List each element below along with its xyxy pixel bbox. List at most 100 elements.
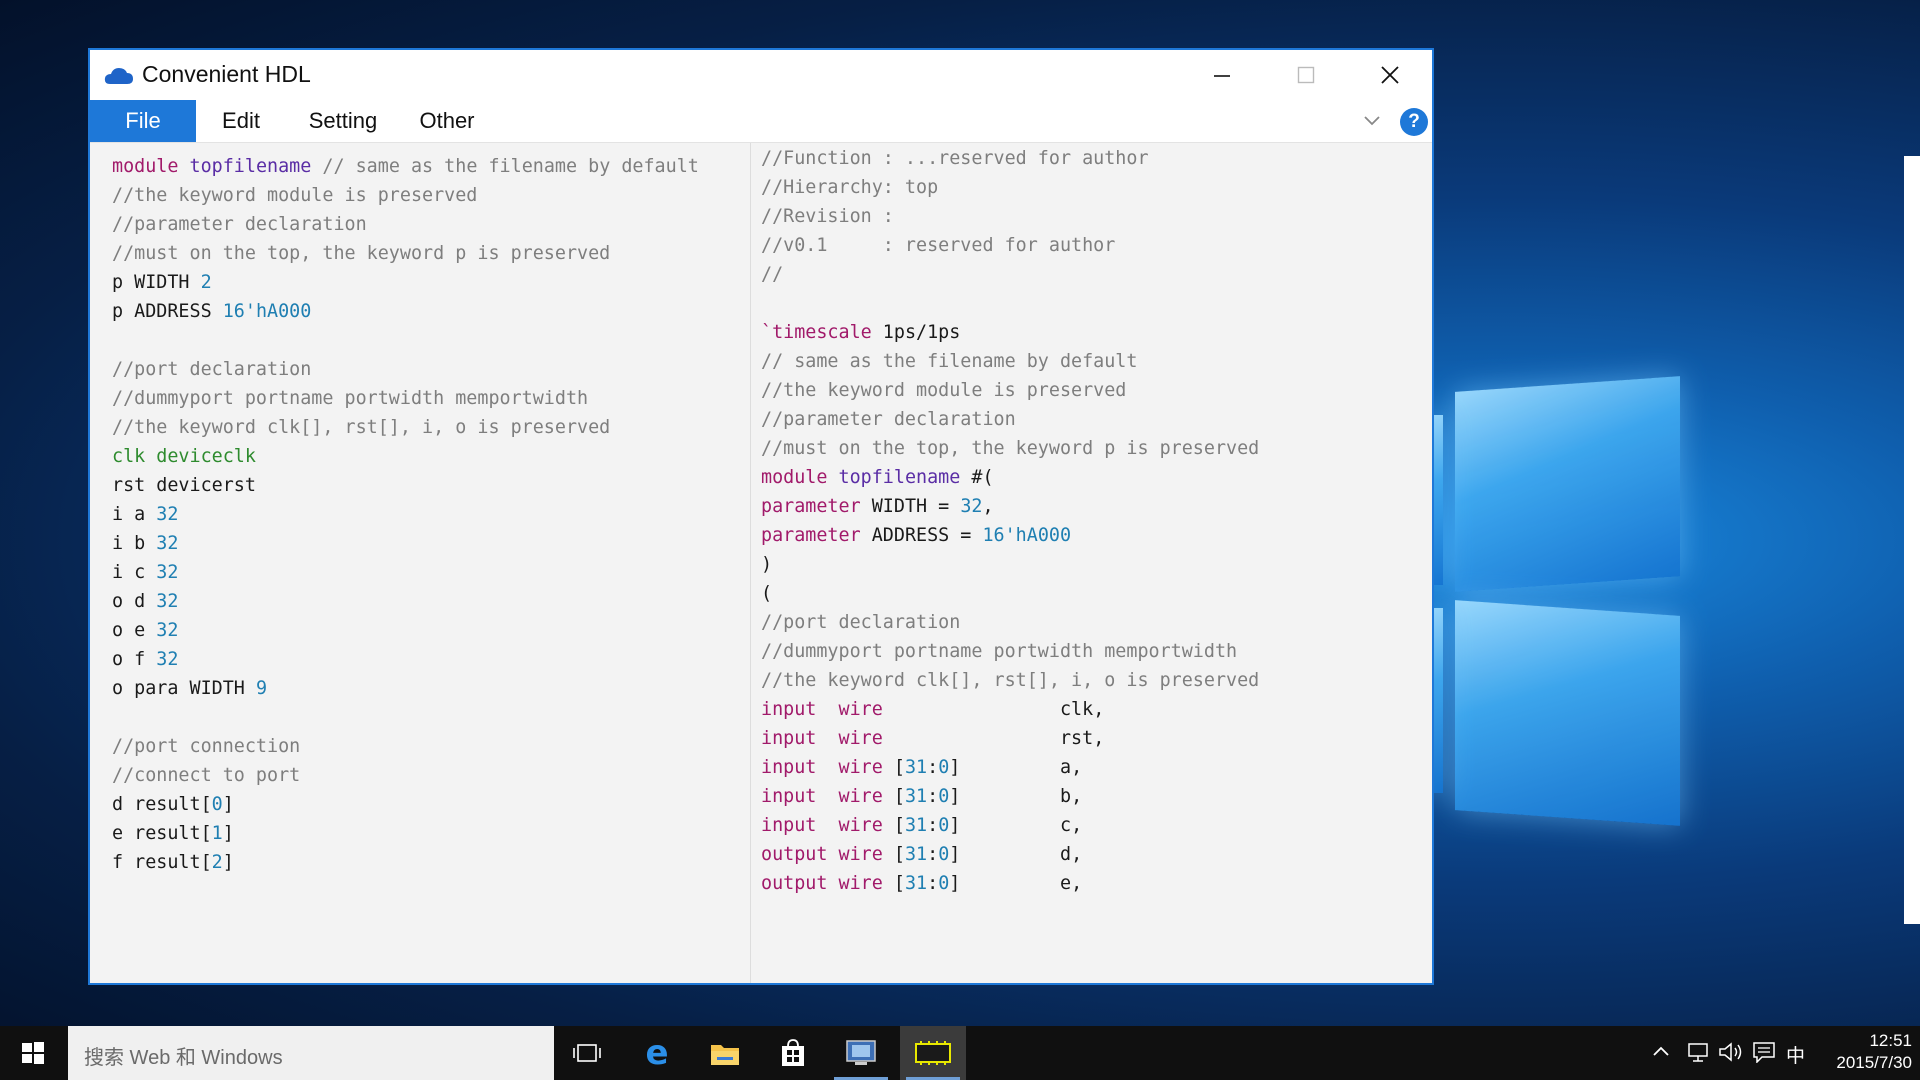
code-token: 32	[156, 504, 179, 525]
title-bar[interactable]: Convenient HDL	[90, 50, 1432, 100]
chip-icon	[915, 1041, 951, 1065]
volume-icon[interactable]	[1718, 1041, 1744, 1063]
close-icon	[1381, 66, 1399, 84]
code-token: input	[761, 786, 817, 807]
code-token: //dummyport portname portwidth memportwi…	[112, 388, 589, 409]
code-token: //dummyport portname portwidth memportwi…	[761, 641, 1238, 662]
show-hidden-icons-chevron-icon[interactable]	[1652, 1044, 1670, 1058]
code-line: o f 32	[112, 645, 699, 674]
code-token: //port connection	[112, 736, 301, 757]
code-token: 32	[156, 562, 179, 583]
code-token: f result[	[112, 852, 212, 873]
code-token: //v0.1 : reserved for author	[761, 235, 1116, 256]
convenient-hdl-taskbar-button[interactable]	[900, 1026, 966, 1080]
code-line: o para WIDTH 9	[112, 674, 699, 703]
code-token: module	[761, 467, 828, 488]
ime-indicator[interactable]: 中	[1786, 1041, 1805, 1068]
code-token: parameter	[761, 496, 861, 517]
source-editor[interactable]: module topfilename // same as the filena…	[90, 143, 751, 983]
code-token: 0	[211, 794, 223, 815]
generated-code[interactable]: //Function : ...reserved for author //Hie…	[761, 144, 1259, 898]
code-token: wire	[838, 815, 883, 836]
minimize-button[interactable]	[1180, 50, 1264, 100]
network-icon[interactable]	[1686, 1041, 1710, 1063]
code-line: o e 32	[112, 616, 699, 645]
code-line: parameter WIDTH = 32,	[761, 492, 1259, 521]
code-line: //parameter declaration	[761, 405, 1259, 434]
code-token: 1	[211, 823, 223, 844]
code-token: i a	[112, 504, 157, 525]
code-token: [	[882, 757, 905, 778]
code-token: wire	[838, 757, 883, 778]
code-token: input	[761, 699, 817, 720]
code-token: :	[927, 815, 939, 836]
code-token: i b	[112, 533, 157, 554]
maximize-button[interactable]	[1264, 50, 1348, 100]
code-token: o f	[112, 649, 157, 670]
clock-date: 2015/7/30	[1836, 1053, 1912, 1072]
taskbar: 搜索 Web 和 Windows e 中 12:51 2015/7/30	[0, 1026, 1920, 1080]
edge-button[interactable]: e	[624, 1026, 690, 1080]
store-button[interactable]	[760, 1026, 826, 1080]
code-line: // same as the filename by default	[761, 347, 1259, 376]
start-button[interactable]	[0, 1026, 66, 1080]
code-token: wire	[838, 844, 883, 865]
code-token: //the keyword clk[], rst[], i, o is pres…	[112, 417, 611, 438]
code-line: d result[0]	[112, 790, 699, 819]
code-line: //Revision :	[761, 202, 1259, 231]
code-token: [	[882, 815, 905, 836]
code-token: ] b,	[949, 786, 1083, 807]
action-center-icon[interactable]	[1752, 1041, 1776, 1063]
code-line: f result[2]	[112, 848, 699, 877]
code-line: p ADDRESS 16'hA000	[112, 297, 699, 326]
code-token: ] a,	[949, 757, 1083, 778]
code-token: [	[882, 873, 905, 894]
code-token: output	[761, 844, 828, 865]
code-token: //the keyword module is preserved	[112, 185, 478, 206]
code-token: 31	[904, 815, 928, 836]
code-line: //	[761, 260, 1259, 289]
file-explorer-button[interactable]	[692, 1026, 758, 1080]
code-token: 0	[938, 815, 950, 836]
code-token: output	[761, 873, 828, 894]
output-editor[interactable]: //Function : ...reserved for author //Hie…	[751, 143, 1432, 983]
help-button[interactable]: ?	[1400, 108, 1428, 136]
code-token: 32	[156, 591, 179, 612]
clock[interactable]: 12:51 2015/7/30	[1812, 1030, 1912, 1074]
code-token: WIDTH =	[860, 496, 961, 517]
code-line: //port declaration	[761, 608, 1259, 637]
code-token: input	[761, 728, 817, 749]
code-token: //connect to port	[112, 765, 301, 786]
menu-other[interactable]: Other	[400, 100, 494, 142]
code-token: :	[927, 786, 939, 807]
code-token: `timescale	[761, 322, 872, 343]
code-line: input wire rst,	[761, 724, 1259, 753]
chevron-down-icon[interactable]	[1362, 112, 1382, 128]
task-view-button[interactable]	[554, 1026, 620, 1080]
menu-edit[interactable]: Edit	[196, 100, 286, 142]
code-token: #(	[960, 467, 994, 488]
code-token: // same as the filename by default	[761, 351, 1138, 372]
task-view-icon	[573, 1044, 601, 1062]
code-line: input wire [31:0] a,	[761, 753, 1259, 782]
code-token: //must on the top, the keyword p is pres…	[112, 243, 611, 264]
code-token: 31	[904, 873, 928, 894]
close-button[interactable]	[1348, 50, 1432, 100]
pinned-app-button[interactable]	[828, 1026, 894, 1080]
search-box[interactable]: 搜索 Web 和 Windows	[68, 1026, 554, 1080]
menu-file[interactable]: File	[90, 100, 196, 142]
menu-setting[interactable]: Setting	[286, 100, 400, 142]
code-token: rst,	[882, 728, 1105, 749]
code-line: //the keyword module is preserved	[761, 376, 1259, 405]
code-token: 31	[904, 757, 928, 778]
code-token: wire	[838, 728, 883, 749]
source-code[interactable]: module topfilename // same as the filena…	[112, 152, 699, 877]
